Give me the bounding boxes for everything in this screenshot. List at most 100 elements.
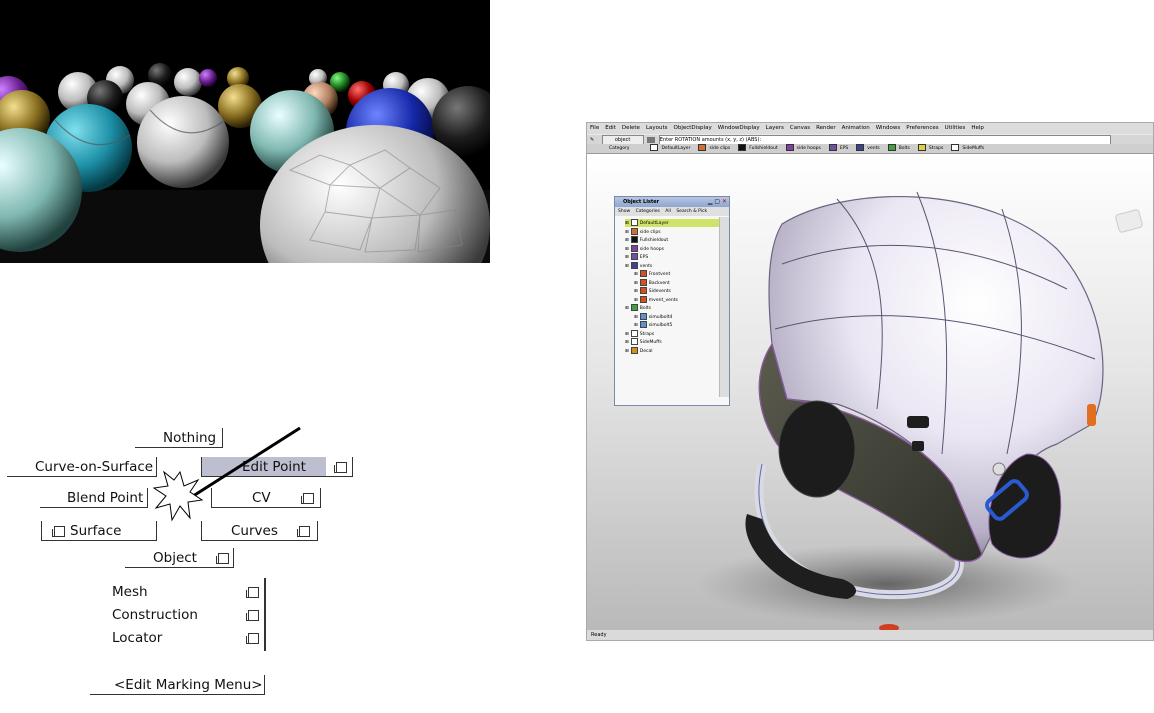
tree-item[interactable]: ⊞ Bolts (625, 304, 721, 312)
expand-icon[interactable]: ⊞ (625, 238, 629, 243)
menu-objectdisplay[interactable]: ObjectDisplay (671, 123, 715, 134)
tree-item[interactable]: ⊞ vents (625, 261, 721, 270)
tree-item[interactable]: ⊞ DefaultLayer (625, 219, 721, 227)
tree-item[interactable]: ⊞ side clips (625, 227, 721, 236)
menu-animation[interactable]: Animation (839, 123, 873, 134)
layer-button[interactable]: Bolts (887, 144, 910, 153)
menu-layers[interactable]: Layers (763, 123, 787, 134)
close-icon[interactable]: ✕ (722, 198, 727, 205)
menu-item-curve-on-surface[interactable]: Curve-on-Surface (7, 457, 157, 477)
tree-item-label: DefaultLayer (639, 221, 669, 226)
submenu-item-mesh[interactable]: Mesh (112, 582, 262, 602)
tree-item[interactable]: ⊞ simulbolt5 (634, 321, 721, 329)
menu-delete[interactable]: Delete (619, 123, 643, 134)
menu-edit[interactable]: Edit (602, 123, 619, 134)
all-toggle[interactable]: All (665, 209, 671, 214)
submenu-item-locator-label: Locator (112, 630, 163, 646)
menu-item-surface[interactable]: Surface (41, 521, 157, 541)
option-box-icon[interactable] (246, 587, 259, 598)
layer-color-swatch (917, 144, 926, 151)
categories-menu[interactable]: Categories (636, 209, 660, 214)
expand-icon[interactable]: ⊞ (634, 298, 638, 303)
menu-file[interactable]: File (587, 123, 602, 134)
layer-color-swatch (856, 144, 865, 151)
tree-item-label: simulbolt5 (648, 323, 673, 328)
layer-button[interactable]: side hoops (785, 144, 821, 153)
layer-button[interactable]: Fullshieldout (738, 144, 778, 153)
menu-windows[interactable]: Windows (873, 123, 904, 134)
menu-help[interactable]: Help (968, 123, 987, 134)
tree-item[interactable]: ⊞ mvent_vents (634, 295, 721, 304)
expand-icon[interactable]: ⊞ (625, 230, 629, 235)
layer-button[interactable]: SideMuffs (951, 144, 984, 153)
tree-item[interactable]: ⊞ SideMuffs (625, 338, 721, 346)
submenu-item-construction[interactable]: Construction (112, 605, 262, 625)
submenu-item-construction-label: Construction (112, 607, 198, 623)
menu-canvas[interactable]: Canvas (787, 123, 813, 134)
layer-label: vents (867, 146, 880, 151)
scrollbar[interactable] (719, 217, 729, 397)
option-box-icon[interactable] (216, 553, 229, 564)
tree-item[interactable]: ⊞ Backvent (634, 278, 721, 287)
layer-label: Bolts (898, 146, 910, 151)
tree-item[interactable]: ⊞ EPS (625, 253, 721, 261)
layer-category-label[interactable]: Category (587, 144, 649, 153)
expand-icon[interactable]: ⊞ (634, 289, 638, 294)
tree-item[interactable]: ⊞ Decal (625, 346, 721, 355)
show-menu[interactable]: Show (618, 209, 630, 214)
menu-preferences[interactable]: Preferences (903, 123, 941, 134)
expand-icon[interactable]: ⊞ (625, 306, 629, 311)
option-box-icon[interactable] (246, 610, 259, 621)
expand-icon[interactable]: ⊞ (634, 315, 638, 320)
layer-color-swatch (738, 144, 747, 151)
3d-viewport[interactable]: Object Lister ▁ ▢ ✕ Show Categories All … (587, 154, 1153, 631)
expand-icon[interactable]: ⊞ (634, 272, 638, 277)
maximize-icon[interactable]: ▢ (714, 198, 720, 205)
expand-icon[interactable]: ⊞ (625, 255, 629, 260)
menu-item-object[interactable]: Object (125, 548, 234, 568)
layer-button[interactable]: side clips (698, 144, 730, 153)
layer-button[interactable]: DefaultLayer (650, 144, 690, 153)
tree-item[interactable]: ⊞ Frontvent (634, 270, 721, 278)
tree-item[interactable]: ⊞ side hoops (625, 244, 721, 253)
tree-item[interactable]: ⊞ Fullshieldout (625, 236, 721, 244)
menu-windowdisplay[interactable]: WindowDisplay (715, 123, 763, 134)
expand-icon[interactable]: ⊞ (625, 264, 629, 269)
search-pick-button[interactable]: Search & Pick (676, 209, 707, 214)
layer-color-swatch (639, 321, 647, 328)
layer-button[interactable]: vents (856, 144, 880, 153)
tree-item[interactable]: ⊞ Sidevents (634, 287, 721, 295)
prompt-icon (647, 136, 656, 143)
expand-icon[interactable]: ⊞ (625, 340, 629, 345)
tree-item[interactable]: ⊞ simulbolt4 (634, 312, 721, 321)
submenu-item-locator[interactable]: Locator (112, 628, 262, 648)
expand-icon[interactable]: ⊞ (625, 221, 629, 226)
tree-item[interactable]: ⊞ Straps (625, 329, 721, 338)
option-box-icon[interactable] (334, 462, 347, 473)
edit-marking-menu-button[interactable]: <Edit Marking Menu> (90, 675, 265, 695)
marking-menu: Nothing Curve-on-Surface Edit Point Blen… (0, 0, 560, 713)
minimize-icon[interactable]: ▁ (708, 198, 713, 205)
expand-icon[interactable]: ⊞ (625, 349, 629, 354)
option-box-icon[interactable] (52, 526, 65, 537)
tree-item-label: Sidevents (648, 289, 671, 294)
expand-icon[interactable]: ⊞ (634, 281, 638, 286)
option-box-icon[interactable] (246, 633, 259, 644)
expand-icon[interactable]: ⊞ (634, 323, 638, 328)
layer-button[interactable]: Straps (917, 144, 943, 153)
layer-color-swatch (630, 227, 638, 235)
layer-color-swatch (650, 144, 659, 151)
layer-button[interactable]: EPS (828, 144, 848, 153)
layer-color-swatch (630, 304, 638, 311)
menu-layouts[interactable]: Layouts (643, 123, 671, 134)
view-cube-icon[interactable] (1115, 209, 1143, 233)
object-lister-toolbar: Show Categories All Search & Pick (615, 207, 729, 216)
expand-icon[interactable]: ⊞ (625, 332, 629, 337)
expand-icon[interactable]: ⊞ (625, 247, 629, 252)
tree-item-label: EPS (639, 255, 649, 260)
menu-utilities[interactable]: Utilities (942, 123, 969, 134)
tree-item-label: side hoops (639, 246, 664, 252)
menu-item-blend-point[interactable]: Blend Point (40, 488, 148, 508)
layer-color-swatch (639, 270, 647, 277)
menu-render[interactable]: Render (813, 123, 839, 134)
